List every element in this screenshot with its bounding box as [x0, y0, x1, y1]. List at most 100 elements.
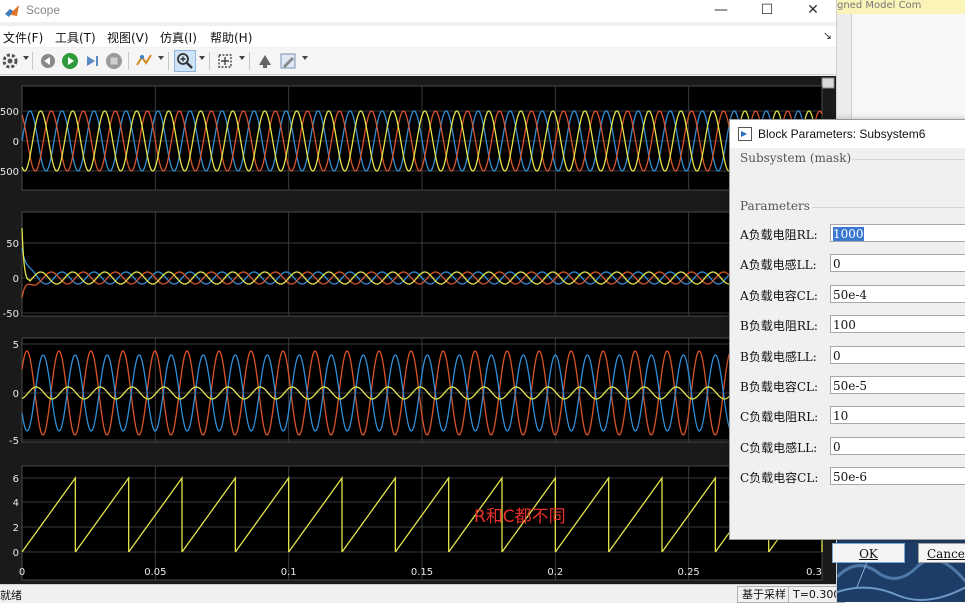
- status-sample-mode: 基于采样: [737, 586, 791, 603]
- plot-area: 5000-500500-5050-5642000.050.10.150.20.2…: [0, 76, 836, 584]
- window-title: Scope: [26, 3, 61, 17]
- y-tick-label: 5: [13, 340, 19, 351]
- param-value: 50e-4: [833, 287, 868, 302]
- fit-to-view-icon[interactable]: [215, 51, 235, 71]
- fit-dropdown-icon[interactable]: [239, 56, 245, 60]
- x-tick-label: 0.25: [678, 567, 700, 578]
- x-tick-label: 0: [19, 567, 25, 578]
- menu-simulation[interactable]: 仿真(I): [160, 29, 197, 46]
- param-input[interactable]: 10: [830, 406, 965, 425]
- run-icon[interactable]: [60, 51, 80, 71]
- settings-icon[interactable]: [0, 51, 20, 71]
- param-input[interactable]: 50e-4: [830, 284, 965, 303]
- y-tick-label: 500: [0, 107, 19, 118]
- param-value: 0: [833, 257, 841, 272]
- toolbar-separator: [32, 52, 33, 70]
- y-tick-label: 0: [13, 137, 19, 148]
- cancel-button[interactable]: Cancel: [918, 543, 965, 563]
- y-tick-label: 0: [13, 548, 19, 559]
- param-label: B负载电容CL:: [740, 380, 819, 394]
- toolbar: [0, 48, 836, 75]
- status-bar: 就绪 基于采样 T=0.300: [0, 584, 846, 603]
- param-input[interactable]: 1000: [830, 224, 965, 242]
- y-tick-label: -500: [0, 167, 19, 178]
- param-input[interactable]: 50e-6: [830, 467, 965, 486]
- param-label: A负载电阻RL:: [740, 228, 818, 242]
- scope-window: Scope — ☐ ✕ 文件(F) 工具(T) 视图(V) 仿真(I) 帮助(H…: [0, 0, 846, 603]
- zoom-in-icon[interactable]: [174, 50, 196, 72]
- y-tick-label: -5: [9, 436, 19, 447]
- menu-file[interactable]: 文件(F): [3, 29, 43, 46]
- collapse-toolbar-button[interactable]: [821, 77, 835, 89]
- param-label: C负载电容CL:: [740, 471, 819, 486]
- param-label: B负载电感LL:: [740, 349, 817, 364]
- param-value: 10: [833, 409, 849, 424]
- style-dropdown-icon[interactable]: [302, 56, 308, 60]
- y-tick-label: 50: [6, 239, 19, 250]
- x-tick-label: 0.3: [806, 567, 822, 578]
- group-parameters-label: Parameters: [740, 199, 810, 213]
- group-divider: [812, 207, 965, 208]
- param-value: 0: [833, 439, 841, 454]
- background-window-text: gned Model Com: [837, 0, 965, 14]
- param-input[interactable]: 100: [830, 315, 965, 334]
- menu-bar: 文件(F) 工具(T) 视图(V) 仿真(I) 帮助(H) ↘: [0, 26, 836, 47]
- group-subsystem-label: Subsystem (mask): [740, 151, 852, 165]
- param-label: B负载电阻RL:: [740, 319, 818, 334]
- status-ready: 就绪: [0, 589, 22, 602]
- y-tick-label: -50: [3, 309, 19, 320]
- signal-highlight-icon[interactable]: [134, 51, 154, 71]
- toolbar-separator: [168, 52, 169, 70]
- close-button[interactable]: ✕: [790, 0, 836, 22]
- menu-tools[interactable]: 工具(T): [55, 29, 96, 46]
- param-label: C负载电阻RL:: [740, 410, 819, 425]
- minimize-button[interactable]: —: [698, 0, 744, 22]
- step-back-icon[interactable]: [38, 51, 58, 71]
- param-input[interactable]: 50e-5: [830, 376, 965, 394]
- settings-dropdown-icon[interactable]: [23, 56, 29, 60]
- x-tick-label: 0.05: [144, 567, 166, 578]
- param-input[interactable]: 0: [830, 436, 965, 455]
- menu-help[interactable]: 帮助(H): [210, 29, 252, 46]
- scope-titlebar: Scope — ☐ ✕: [0, 0, 836, 22]
- dialog-block-icon: [738, 127, 752, 141]
- param-value: 50e-5: [833, 379, 868, 393]
- matlab-icon: [5, 5, 19, 17]
- y-tick-label: 0: [13, 274, 19, 285]
- menu-view[interactable]: 视图(V): [107, 29, 149, 46]
- group-divider: [852, 159, 965, 160]
- plots-canvas: 5000-500500-5050-5642000.050.10.150.20.2…: [0, 76, 836, 584]
- y-tick-label: 0: [13, 389, 19, 400]
- toolbar-separator: [209, 52, 210, 70]
- param-value: 100: [833, 318, 856, 333]
- param-input[interactable]: 0: [830, 345, 965, 364]
- x-tick-label: 0.15: [411, 567, 433, 578]
- toolbar-separator: [128, 52, 129, 70]
- dialog-body: Subsystem (mask) Parameters A负载电阻RL: 1000…: [730, 148, 965, 563]
- y-tick-label: 4: [13, 498, 19, 509]
- toolbar-separator: [249, 52, 250, 70]
- restore-layout-icon[interactable]: [255, 51, 275, 71]
- ok-button[interactable]: OK: [832, 543, 905, 563]
- y-tick-label: 6: [13, 474, 19, 485]
- param-label: C负载电感LL:: [740, 440, 818, 455]
- param-label: A负载电感LL:: [740, 258, 817, 273]
- zoom-dropdown-icon[interactable]: [199, 56, 205, 60]
- y-tick-label: 2: [13, 523, 19, 534]
- style-icon[interactable]: [278, 51, 298, 71]
- block-parameters-dialog: Block Parameters: Subsystem6 Subsystem (…: [729, 119, 965, 563]
- dialog-titlebar: Block Parameters: Subsystem6: [730, 120, 965, 148]
- param-value: 50e-6: [833, 470, 868, 485]
- annotation-text: R和C都不同: [474, 507, 566, 527]
- x-tick-label: 0.2: [547, 567, 563, 578]
- highlight-dropdown-icon[interactable]: [158, 56, 164, 60]
- dialog-title: Block Parameters: Subsystem6: [758, 127, 926, 141]
- step-forward-icon[interactable]: [82, 51, 102, 71]
- maximize-button[interactable]: ☐: [744, 0, 790, 22]
- param-value: 1000: [833, 227, 864, 241]
- param-label: A负载电容CL:: [740, 288, 818, 303]
- param-input[interactable]: 0: [830, 254, 965, 273]
- x-tick-label: 0.1: [281, 567, 297, 578]
- pin-icon[interactable]: ↘: [823, 29, 832, 42]
- stop-icon[interactable]: [104, 51, 124, 71]
